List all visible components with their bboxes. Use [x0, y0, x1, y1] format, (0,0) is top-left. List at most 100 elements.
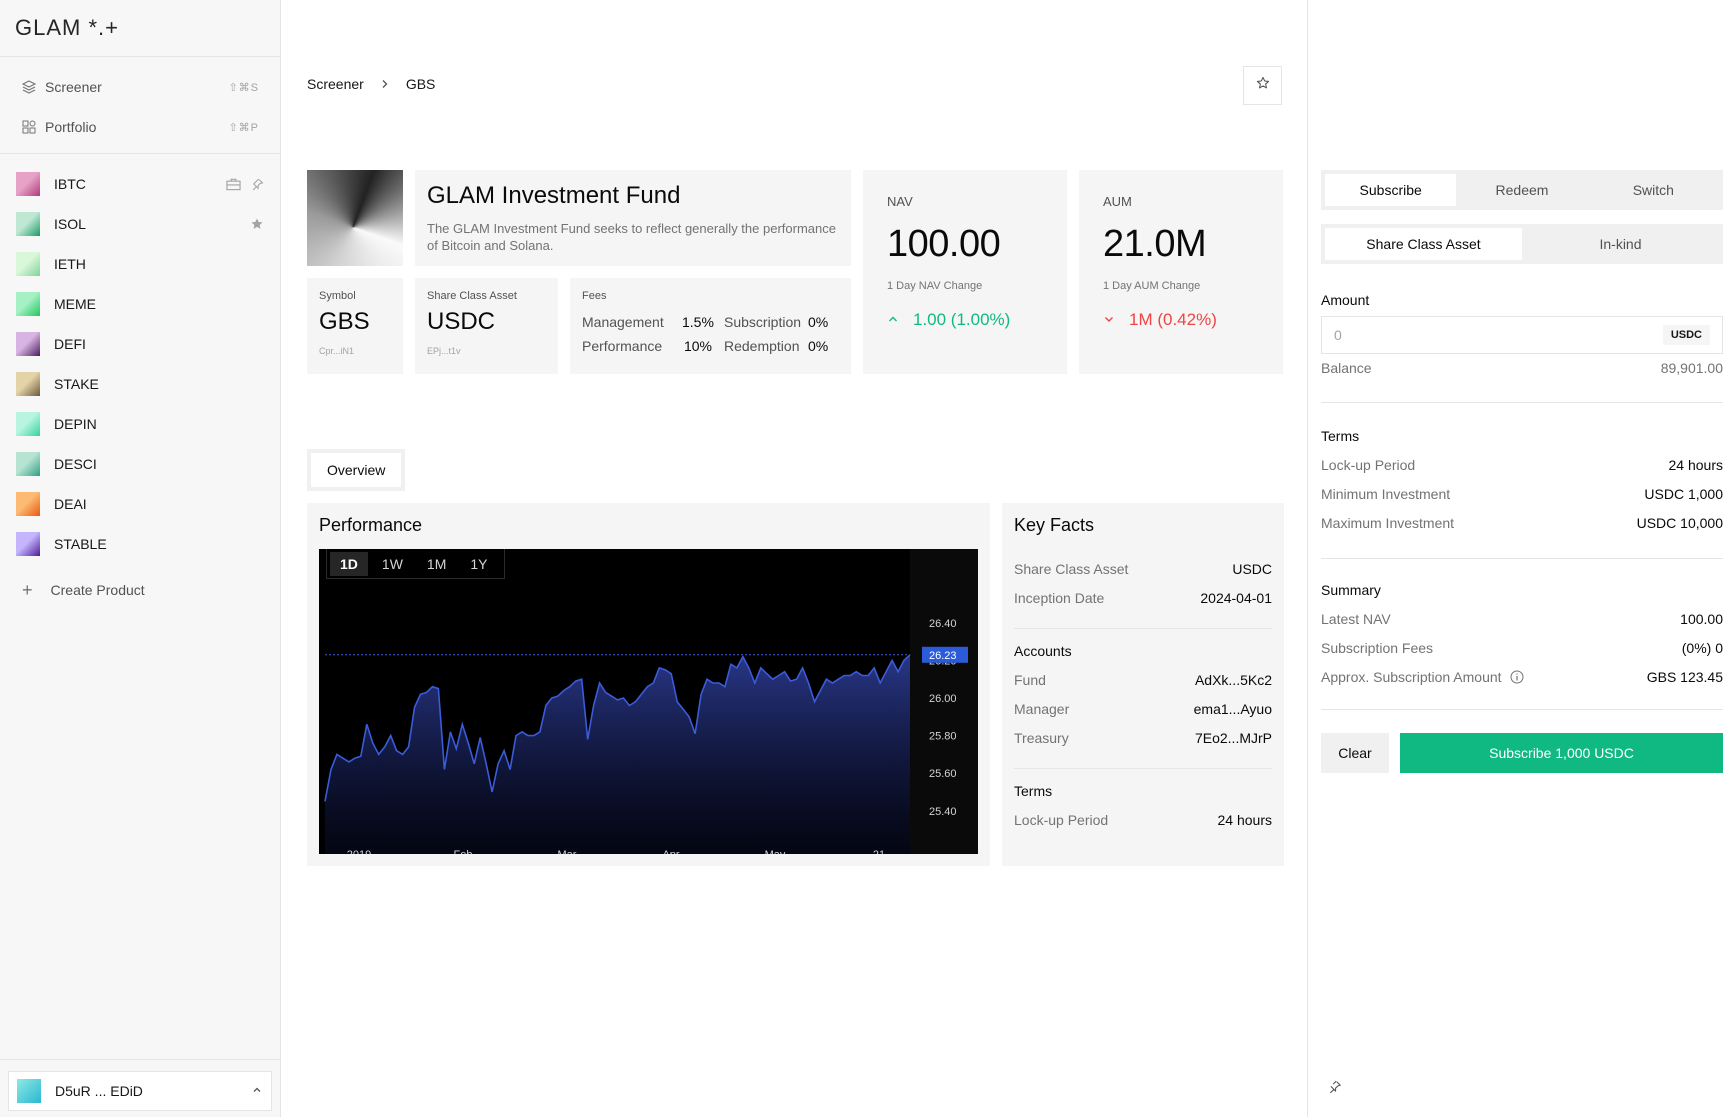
product-name: MEME [54, 296, 96, 312]
chevron-right-icon [380, 76, 390, 92]
mode-tabs: Share Class Asset In-kind [1321, 224, 1723, 264]
nav-portfolio[interactable]: Portfolio ⇧⌘P [0, 107, 280, 147]
symbol-label: Symbol [319, 290, 356, 302]
x-tick-label: Feb [454, 849, 473, 854]
term-label: Maximum Investment [1321, 515, 1455, 531]
product-item-deai[interactable]: DEAI [0, 484, 280, 524]
product-item-stake[interactable]: STAKE [0, 364, 280, 404]
tab-in-kind[interactable]: In-kind [1522, 228, 1719, 260]
product-name: DEAI [54, 496, 87, 512]
fees-card: Fees Management 1.5% Subscription 0% Per… [570, 278, 851, 374]
tab-overview[interactable]: Overview [311, 453, 402, 487]
layers-icon [21, 79, 37, 95]
clear-button[interactable]: Clear [1321, 733, 1389, 773]
chevron-up-icon [887, 312, 899, 328]
divider [1321, 402, 1723, 403]
nav-screener[interactable]: Screener ⇧⌘S [0, 67, 280, 107]
chevron-up-icon [251, 1083, 263, 1099]
tab-redeem[interactable]: Redeem [1456, 174, 1587, 206]
range-1w[interactable]: 1W [372, 552, 413, 576]
range-1d[interactable]: 1D [330, 551, 368, 576]
fact-label: Share Class Asset [1014, 560, 1129, 577]
amount-label: Amount [1321, 292, 1370, 308]
nav-portfolio-shortcut: ⇧⌘P [228, 121, 259, 134]
subscribe-submit-button[interactable]: Subscribe 1,000 USDC [1400, 733, 1723, 773]
performance-chart[interactable]: 26.4026.2026.0025.8025.6025.4026.232019F… [319, 549, 978, 854]
fee-redemption-label: Redemption [724, 338, 800, 354]
pin-icon[interactable] [251, 178, 264, 191]
create-product-button[interactable]: + Create Product [0, 570, 280, 610]
balance-value[interactable]: 89,901.00 [1661, 360, 1723, 376]
fee-performance-label: Performance [582, 338, 663, 354]
product-swatch [16, 372, 40, 396]
fund-image [307, 170, 403, 266]
divider [1014, 628, 1272, 629]
product-name: IETH [54, 256, 86, 272]
product-item-meme[interactable]: MEME [0, 284, 280, 324]
fee-management-value: 1.5% [682, 314, 714, 330]
action-tabs: Subscribe Redeem Switch [1321, 170, 1723, 210]
performance-title: Performance [319, 515, 423, 535]
star-icon[interactable] [250, 217, 264, 231]
fee-subscription-value: 0% [808, 314, 829, 330]
summary-row: Latest NAV 100.00 [1321, 611, 1723, 627]
tab-switch[interactable]: Switch [1588, 174, 1719, 206]
briefcase-icon[interactable] [226, 177, 241, 191]
balance-label: Balance [1321, 360, 1372, 376]
product-item-ieth[interactable]: IETH [0, 244, 280, 284]
product-item-stable[interactable]: STABLE [0, 524, 280, 564]
product-swatch [16, 492, 40, 516]
x-tick-label: 2019 [347, 849, 371, 854]
range-1y[interactable]: 1Y [460, 552, 497, 576]
fact-label: Inception Date [1014, 589, 1105, 606]
product-name: IBTC [54, 176, 86, 192]
fact-row: Manager ema1...Ayuo [1014, 694, 1272, 723]
product-item-desci[interactable]: DESCI [0, 444, 280, 484]
product-list: IBTC ISOL IETH MEME DEFI STAKE DEPIN DESCI DEAI S… [0, 154, 280, 564]
aum-change-value: 1M (0.42%) [1129, 310, 1217, 329]
sca-address[interactable]: EPj...t1v [427, 346, 546, 356]
amount-input[interactable] [1334, 327, 1663, 343]
divider [1014, 768, 1272, 769]
tab-share-class-asset[interactable]: Share Class Asset [1325, 228, 1522, 260]
fact-row: Fund AdXk...5Kc2 [1014, 665, 1272, 694]
product-item-depin[interactable]: DEPIN [0, 404, 280, 444]
product-swatch [16, 172, 40, 196]
product-item-isol[interactable]: ISOL [0, 204, 280, 244]
product-item-ibtc[interactable]: IBTC [0, 164, 280, 204]
amount-currency: USDC [1662, 325, 1710, 345]
fees-grid: Management 1.5% Subscription 0% Performa… [582, 314, 839, 354]
wallet-selector[interactable]: D5uR ... EDiD [8, 1071, 272, 1111]
last-price-label: 26.23 [929, 650, 957, 662]
term-row: Maximum Investment USDC 10,000 [1321, 515, 1723, 531]
amount-field: USDC [1321, 316, 1723, 354]
fund-header-card: GLAM Investment Fund The GLAM Investment… [415, 170, 851, 266]
product-name: ISOL [54, 216, 86, 232]
breadcrumb-root[interactable]: Screener [307, 76, 364, 92]
treasury-account-address[interactable]: 7Eo2...MJrP [1195, 730, 1272, 746]
pin-icon[interactable] [1328, 1080, 1342, 1099]
info-icon[interactable] [1510, 670, 1524, 684]
y-tick-label: 25.60 [929, 768, 957, 780]
summary-heading: Summary [1321, 582, 1381, 598]
favorite-button[interactable] [1243, 66, 1282, 105]
main-nav: Screener ⇧⌘S Portfolio ⇧⌘P [0, 57, 280, 154]
fact-row: Inception Date 2024-04-01 [1014, 583, 1272, 612]
fact-value: 24 hours [1217, 811, 1272, 828]
range-1m[interactable]: 1M [417, 552, 456, 576]
fact-label: Treasury [1014, 729, 1069, 746]
symbol-address[interactable]: Cpr...iN1 [319, 346, 391, 356]
product-name: DEFI [54, 336, 86, 352]
y-tick-label: 25.40 [929, 806, 957, 818]
term-label: Lock-up Period [1321, 457, 1416, 473]
tab-subscribe[interactable]: Subscribe [1325, 174, 1457, 206]
manager-account-address[interactable]: ema1...Ayuo [1194, 701, 1272, 717]
product-item-defi[interactable]: DEFI [0, 324, 280, 364]
x-tick-label: 21 [873, 849, 885, 854]
nav-screener-label: Screener [45, 79, 102, 95]
fund-account-address[interactable]: AdXk...5Kc2 [1195, 672, 1272, 688]
app-logo[interactable]: GLAM *.+ [0, 0, 280, 57]
y-tick-label: 26.00 [929, 693, 957, 705]
fact-label: Fund [1014, 671, 1046, 688]
term-row: Lock-up Period 24 hours [1321, 457, 1723, 473]
